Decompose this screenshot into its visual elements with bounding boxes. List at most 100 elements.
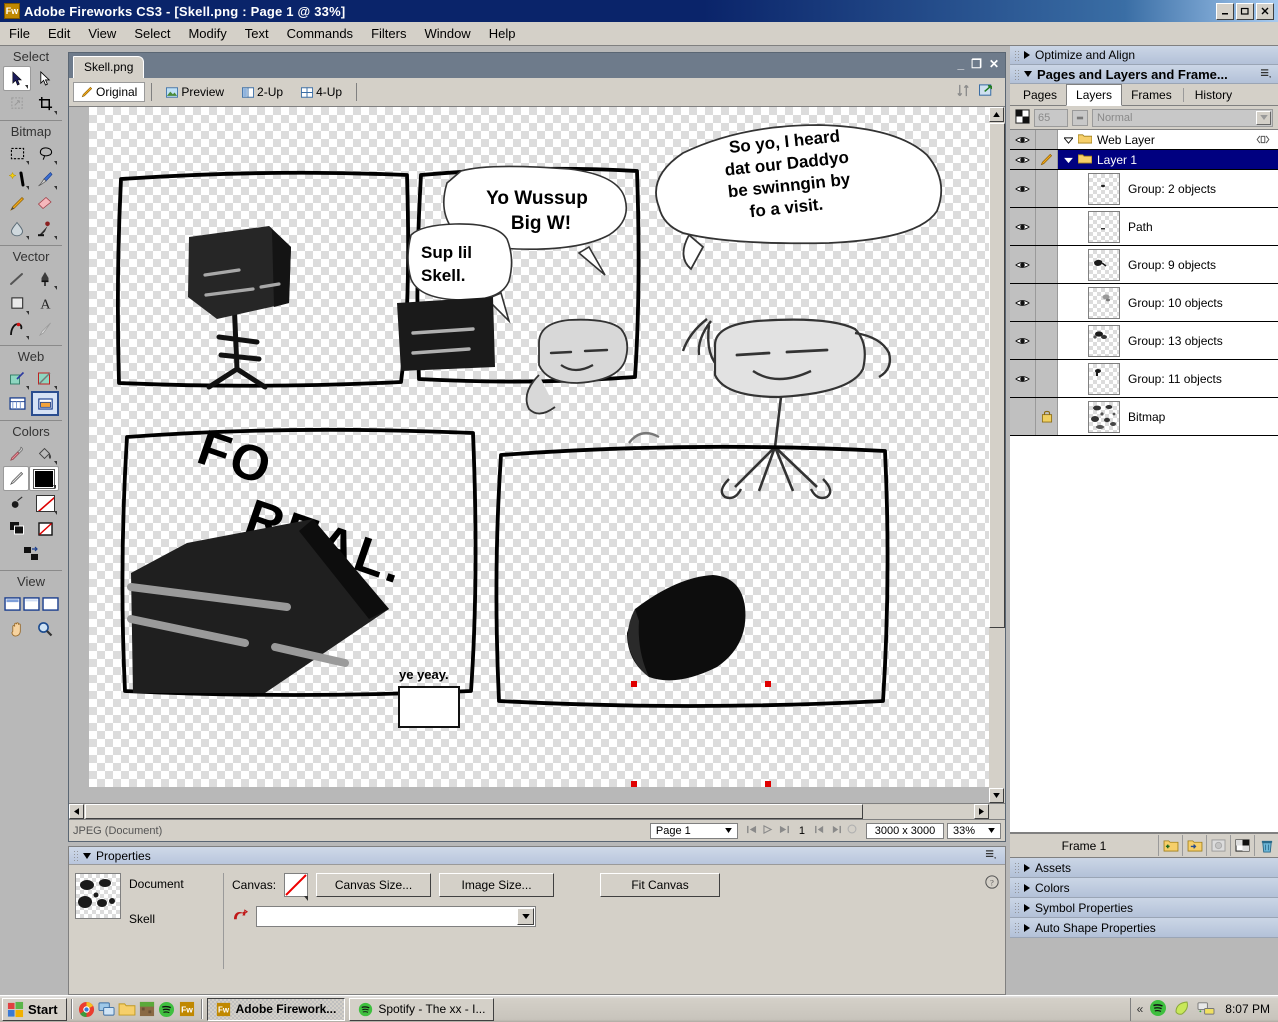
menu-select[interactable]: Select (125, 23, 179, 44)
group-10-visibility-toggle[interactable] (1010, 284, 1036, 321)
full-screen-menu-mode[interactable] (22, 591, 41, 616)
green-leaf-tray-icon[interactable] (1173, 999, 1191, 1020)
eraser-tool[interactable] (31, 191, 59, 216)
hand-tool[interactable] (3, 616, 31, 641)
pen-tool[interactable] (31, 266, 59, 291)
paint-bucket-tool[interactable] (31, 441, 59, 466)
pages-collapse-triangle-icon[interactable] (1024, 71, 1032, 77)
layers-list-empty-area[interactable] (1010, 436, 1278, 833)
fireworks-icon[interactable]: Fw (177, 999, 197, 1019)
text-tool[interactable]: A (31, 291, 59, 316)
delete-icon[interactable] (1254, 835, 1278, 856)
layer-lock-toggle[interactable] (1036, 130, 1058, 149)
selection-handle-br[interactable] (765, 781, 771, 787)
spotify-icon[interactable] (157, 999, 177, 1019)
layer-row-bitmap[interactable]: Bitmap (1010, 398, 1278, 436)
auto-shape-expand-triangle-icon[interactable] (1024, 923, 1030, 932)
canvas-horizontal-scrollbar[interactable] (69, 803, 1005, 819)
layer-row-group-13[interactable]: Group: 13 objects (1010, 322, 1278, 360)
document-restore-button[interactable]: ❐ (971, 57, 982, 71)
menu-view[interactable]: View (79, 23, 125, 44)
opacity-slider-button[interactable] (1072, 109, 1088, 126)
next-frame-button[interactable] (831, 825, 841, 837)
start-button[interactable]: Start (2, 997, 67, 1021)
tray-expand-button[interactable]: « (1137, 1002, 1144, 1016)
layer-1-expand-triangle-icon[interactable] (1064, 153, 1073, 167)
new-sublayer-icon[interactable] (1182, 835, 1206, 856)
new-layer-icon[interactable] (1158, 835, 1182, 856)
menu-text[interactable]: Text (236, 23, 278, 44)
freeform-tool[interactable] (3, 316, 31, 341)
minecraft-icon[interactable] (137, 999, 157, 1019)
pencil-tool[interactable] (3, 191, 31, 216)
matte-dropdown-button[interactable] (517, 908, 534, 925)
layer-visibility-toggle[interactable] (1010, 130, 1036, 149)
tab-original[interactable]: Original (73, 82, 146, 102)
document-tab[interactable]: Skell.png (73, 56, 145, 78)
network-tray-icon[interactable] (1197, 1000, 1215, 1019)
polygon-slice-tool[interactable] (31, 366, 59, 391)
add-bitmap-mask-icon[interactable] (1230, 835, 1254, 856)
layer-1-visibility-toggle[interactable] (1010, 150, 1036, 169)
tab-layers[interactable]: Layers (1066, 84, 1123, 106)
selection-handle-tl[interactable] (631, 681, 637, 687)
line-tool[interactable] (3, 266, 31, 291)
slice-tool[interactable] (3, 366, 31, 391)
tab-preview[interactable]: Preview (158, 82, 232, 102)
path-lock-toggle[interactable] (1036, 208, 1058, 245)
tab-2up[interactable]: 2-Up (234, 82, 291, 102)
rubber-stamp-tool[interactable] (31, 216, 59, 241)
pointer-tool[interactable] (3, 66, 31, 91)
stop-button[interactable] (847, 824, 857, 837)
folder-icon[interactable] (117, 999, 137, 1019)
scroll-right-button[interactable] (974, 804, 989, 819)
group-2-visibility-toggle[interactable] (1010, 170, 1036, 207)
group-13-lock-toggle[interactable] (1036, 322, 1058, 359)
menu-modify[interactable]: Modify (179, 23, 235, 44)
crop-tool[interactable] (31, 91, 59, 116)
menu-help[interactable]: Help (480, 23, 525, 44)
layer-1-edit-toggle[interactable] (1036, 150, 1058, 169)
fit-canvas-button[interactable]: Fit Canvas (600, 873, 721, 897)
menu-filters[interactable]: Filters (362, 23, 415, 44)
selection-handle-bl[interactable] (631, 781, 637, 787)
prev-frame-button[interactable] (815, 825, 825, 837)
panel-options-icon[interactable] (985, 849, 1001, 863)
no-stroke-tool[interactable] (3, 491, 31, 516)
zoom-tool[interactable] (31, 616, 59, 641)
colors-expand-triangle-icon[interactable] (1024, 883, 1030, 892)
assets-expand-triangle-icon[interactable] (1024, 863, 1030, 872)
lasso-tool[interactable] (31, 141, 59, 166)
auto-shape-grip-icon[interactable] (1014, 922, 1020, 933)
stroke-color-swatch[interactable] (3, 466, 29, 491)
layer-row-group-11[interactable]: Group: 11 objects (1010, 360, 1278, 398)
layer-row-group-2[interactable]: Group: 2 objects (1010, 170, 1278, 208)
network-icon[interactable] (97, 999, 117, 1019)
taskbar-clock[interactable]: 8:07 PM (1221, 1002, 1270, 1016)
pages-layers-panel-header[interactable]: Pages and Layers and Frame... (1010, 65, 1278, 84)
taskbar-item-fireworks[interactable]: Fw Adobe Firework... (206, 997, 346, 1021)
no-color-button[interactable] (31, 516, 59, 541)
symbol-grip-icon[interactable] (1014, 902, 1020, 913)
symbol-expand-triangle-icon[interactable] (1024, 903, 1030, 912)
subselection-tool[interactable] (31, 66, 59, 91)
group-11-visibility-toggle[interactable] (1010, 360, 1036, 397)
panel-grip-icon[interactable] (73, 850, 79, 861)
canvas-vertical-scrollbar[interactable] (989, 107, 1005, 803)
pages-panel-grip-icon[interactable] (1014, 68, 1020, 80)
menu-file[interactable]: File (0, 23, 39, 44)
layer-row-path[interactable]: Path (1010, 208, 1278, 246)
taskbar-item-spotify[interactable]: Spotify - The xx - I... (349, 997, 495, 1021)
no-fill-swatch[interactable] (31, 491, 59, 516)
layer-row-group-9[interactable]: Group: 9 objects (1010, 246, 1278, 284)
show-slices-tool[interactable] (31, 391, 59, 416)
matte-color-field[interactable] (256, 906, 536, 927)
full-screen-mode[interactable] (41, 591, 60, 616)
scroll-up-button[interactable] (989, 107, 1004, 122)
colors-panel-header[interactable]: Colors (1010, 878, 1278, 898)
collapse-triangle-icon[interactable] (83, 852, 91, 859)
layers-list[interactable]: Web Layer Layer 1 Group: 2 objects Path … (1010, 130, 1278, 436)
group-9-visibility-toggle[interactable] (1010, 246, 1036, 283)
layer-opacity-field[interactable]: 65 (1034, 108, 1068, 127)
rectangle-tool[interactable] (3, 291, 31, 316)
